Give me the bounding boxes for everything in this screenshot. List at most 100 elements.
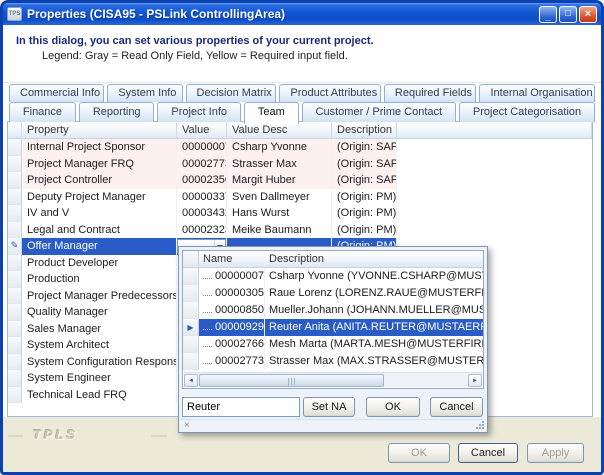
- scroll-right-icon[interactable]: ►: [468, 374, 482, 387]
- tab-commercial-info[interactable]: Commercial Info: [9, 84, 104, 102]
- picker-name: 00000850: [215, 304, 264, 316]
- picker-column-description[interactable]: Description: [265, 251, 483, 267]
- picker-column-name[interactable]: Name: [199, 251, 265, 267]
- tab-reporting[interactable]: Reporting: [79, 102, 155, 122]
- description-cell: (Origin: PM): [332, 205, 397, 222]
- value-desc-cell: Margit Huber: [227, 172, 332, 189]
- row-arrow-icon[interactable]: ▶: [183, 319, 199, 336]
- set-na-button[interactable]: Set NA: [303, 397, 355, 417]
- tab-team[interactable]: Team: [244, 102, 299, 124]
- tab-finance[interactable]: Finance: [9, 102, 76, 122]
- value-cell: 00002773: [177, 156, 227, 173]
- column-header-description[interactable]: Description: [332, 122, 397, 138]
- row-header[interactable]: [8, 255, 22, 272]
- picker-description-cell: Mesh Marta (MARTA.MESH@MUSTERFIRMA.COM): [265, 336, 483, 353]
- picker-name-cell: 00000929: [199, 319, 265, 336]
- tab-customer-prime-contact[interactable]: Customer / Prime Contact: [302, 102, 456, 122]
- picker-row-header[interactable]: [183, 285, 199, 302]
- property-cell: Project Controller: [22, 172, 177, 189]
- row-header[interactable]: [8, 387, 22, 404]
- tab-project-categorisation[interactable]: Project Categorisation: [459, 102, 595, 122]
- properties-dialog: TPS Properties (CISA95 - PSLink Controll…: [0, 0, 604, 475]
- property-cell: Project Manager FRQ: [22, 156, 177, 173]
- column-header-filler: [397, 122, 592, 138]
- tab-required-fields[interactable]: Required Fields: [384, 84, 477, 102]
- scrollbar-thumb[interactable]: [199, 374, 384, 387]
- row-header[interactable]: [8, 370, 22, 387]
- tab-project-info[interactable]: Project Info: [157, 102, 240, 122]
- property-cell: Quality Manager: [22, 304, 177, 321]
- picker-cancel-button[interactable]: Cancel: [430, 397, 483, 417]
- tab-row-2: FinanceReportingProject InfoTeamCustomer…: [9, 102, 595, 122]
- table-row[interactable]: Legal and Contract00002323Meike Baumann(…: [8, 222, 592, 239]
- picker-row[interactable]: ▶00000929Reuter Anita (ANITA.REUTER@MUST…: [183, 319, 483, 336]
- column-header-value[interactable]: Value: [177, 122, 227, 138]
- row-header[interactable]: [8, 354, 22, 371]
- title-bar[interactable]: TPS Properties (CISA95 - PSLink Controll…: [3, 3, 601, 25]
- table-row[interactable]: Internal Project Sponsor00000007Csharp Y…: [8, 139, 592, 156]
- cancel-button[interactable]: Cancel: [458, 443, 518, 463]
- row-header[interactable]: [8, 321, 22, 338]
- picker-filter-input[interactable]: [182, 397, 300, 417]
- logo-dash-right: [151, 435, 167, 437]
- edit-pencil-icon[interactable]: ✎: [8, 238, 22, 255]
- tree-connector-icon: [203, 309, 212, 313]
- picker-row[interactable]: 00000305Raue Lorenz (LORENZ.RAUE@MUSTERF…: [183, 285, 483, 302]
- picker-close-icon[interactable]: ×: [184, 420, 190, 431]
- row-header[interactable]: [8, 205, 22, 222]
- row-header[interactable]: [8, 271, 22, 288]
- picker-name-cell: 00002766: [199, 336, 265, 353]
- close-button[interactable]: ×: [579, 6, 597, 23]
- table-header-corner: [8, 122, 22, 138]
- picker-row-header[interactable]: [183, 336, 199, 353]
- picker-row[interactable]: 00002766Mesh Marta (MARTA.MESH@MUSTERFIR…: [183, 336, 483, 353]
- row-filler: [397, 222, 592, 239]
- row-header[interactable]: [8, 172, 22, 189]
- picker-name-cell: 00000305: [199, 285, 265, 302]
- picker-row[interactable]: 00002773Strasser Max (MAX.STRASSER@MUSTE…: [183, 353, 483, 370]
- property-cell: Legal and Contract: [22, 222, 177, 239]
- row-header[interactable]: [8, 156, 22, 173]
- row-header[interactable]: [8, 222, 22, 239]
- ok-button[interactable]: OK: [388, 443, 450, 463]
- picker-description-cell: Mueller.Johann (JOHANN.MUELLER@MUSTERFIR…: [265, 302, 483, 319]
- picker-name: 00000007: [215, 270, 264, 282]
- picker-description-cell: Strasser Max (MAX.STRASSER@MUSTERFIRMA.C…: [265, 353, 483, 370]
- table-row[interactable]: Deputy Project Manager00000337Sven Dallm…: [8, 189, 592, 206]
- property-cell: IV and V: [22, 205, 177, 222]
- value-desc-cell: Sven Dallmeyer: [227, 189, 332, 206]
- row-header[interactable]: [8, 189, 22, 206]
- description-cell: (Origin: SAP): [332, 172, 397, 189]
- horizontal-scrollbar[interactable]: ◄ ►: [184, 372, 482, 387]
- picker-description-cell: Csharp Yvonne (YVONNE.CSHARP@MUSTERFIRMA…: [265, 268, 483, 285]
- picker-row[interactable]: 00000850Mueller.Johann (JOHANN.MUELLER@M…: [183, 302, 483, 319]
- tab-internal-organisation[interactable]: Internal Organisation: [479, 84, 595, 102]
- tab-system-info[interactable]: System Info: [107, 84, 182, 102]
- resize-grip-icon[interactable]: [475, 421, 485, 430]
- column-header-value-desc[interactable]: Value Desc: [227, 122, 332, 138]
- picker-ok-button[interactable]: OK: [366, 397, 420, 417]
- table-row[interactable]: Project Controller00002356Margit Huber(O…: [8, 172, 592, 189]
- scroll-left-icon[interactable]: ◄: [184, 374, 198, 387]
- row-header[interactable]: [8, 304, 22, 321]
- tab-decision-matrix[interactable]: Decision Matrix: [186, 84, 277, 102]
- column-header-property[interactable]: Property: [22, 122, 177, 138]
- table-row[interactable]: Project Manager FRQ00002773Strasser Max(…: [8, 156, 592, 173]
- tab-product-attributes[interactable]: Product Attributes: [279, 84, 381, 102]
- row-header[interactable]: [8, 288, 22, 305]
- value-desc-cell: Meike Baumann: [227, 222, 332, 239]
- picker-row-header[interactable]: [183, 268, 199, 285]
- table-row[interactable]: IV and V00003432Hans Wurst(Origin: PM): [8, 205, 592, 222]
- maximize-button[interactable]: □: [559, 6, 577, 23]
- property-cell: System Configuration Responsible: [22, 354, 177, 371]
- picker-row-header[interactable]: [183, 302, 199, 319]
- description-cell: (Origin: PM): [332, 222, 397, 239]
- row-header[interactable]: [8, 139, 22, 156]
- apply-button[interactable]: Apply: [527, 443, 584, 463]
- picker-row-header[interactable]: [183, 353, 199, 370]
- row-header[interactable]: [8, 337, 22, 354]
- picker-row[interactable]: 00000007Csharp Yvonne (YVONNE.CSHARP@MUS…: [183, 268, 483, 285]
- minimize-button[interactable]: _: [539, 6, 557, 23]
- picker-description-cell: Reuter Anita (ANITA.REUTER@MUSTAERFIRMA.…: [265, 319, 483, 336]
- value-cell: 00000337: [177, 189, 227, 206]
